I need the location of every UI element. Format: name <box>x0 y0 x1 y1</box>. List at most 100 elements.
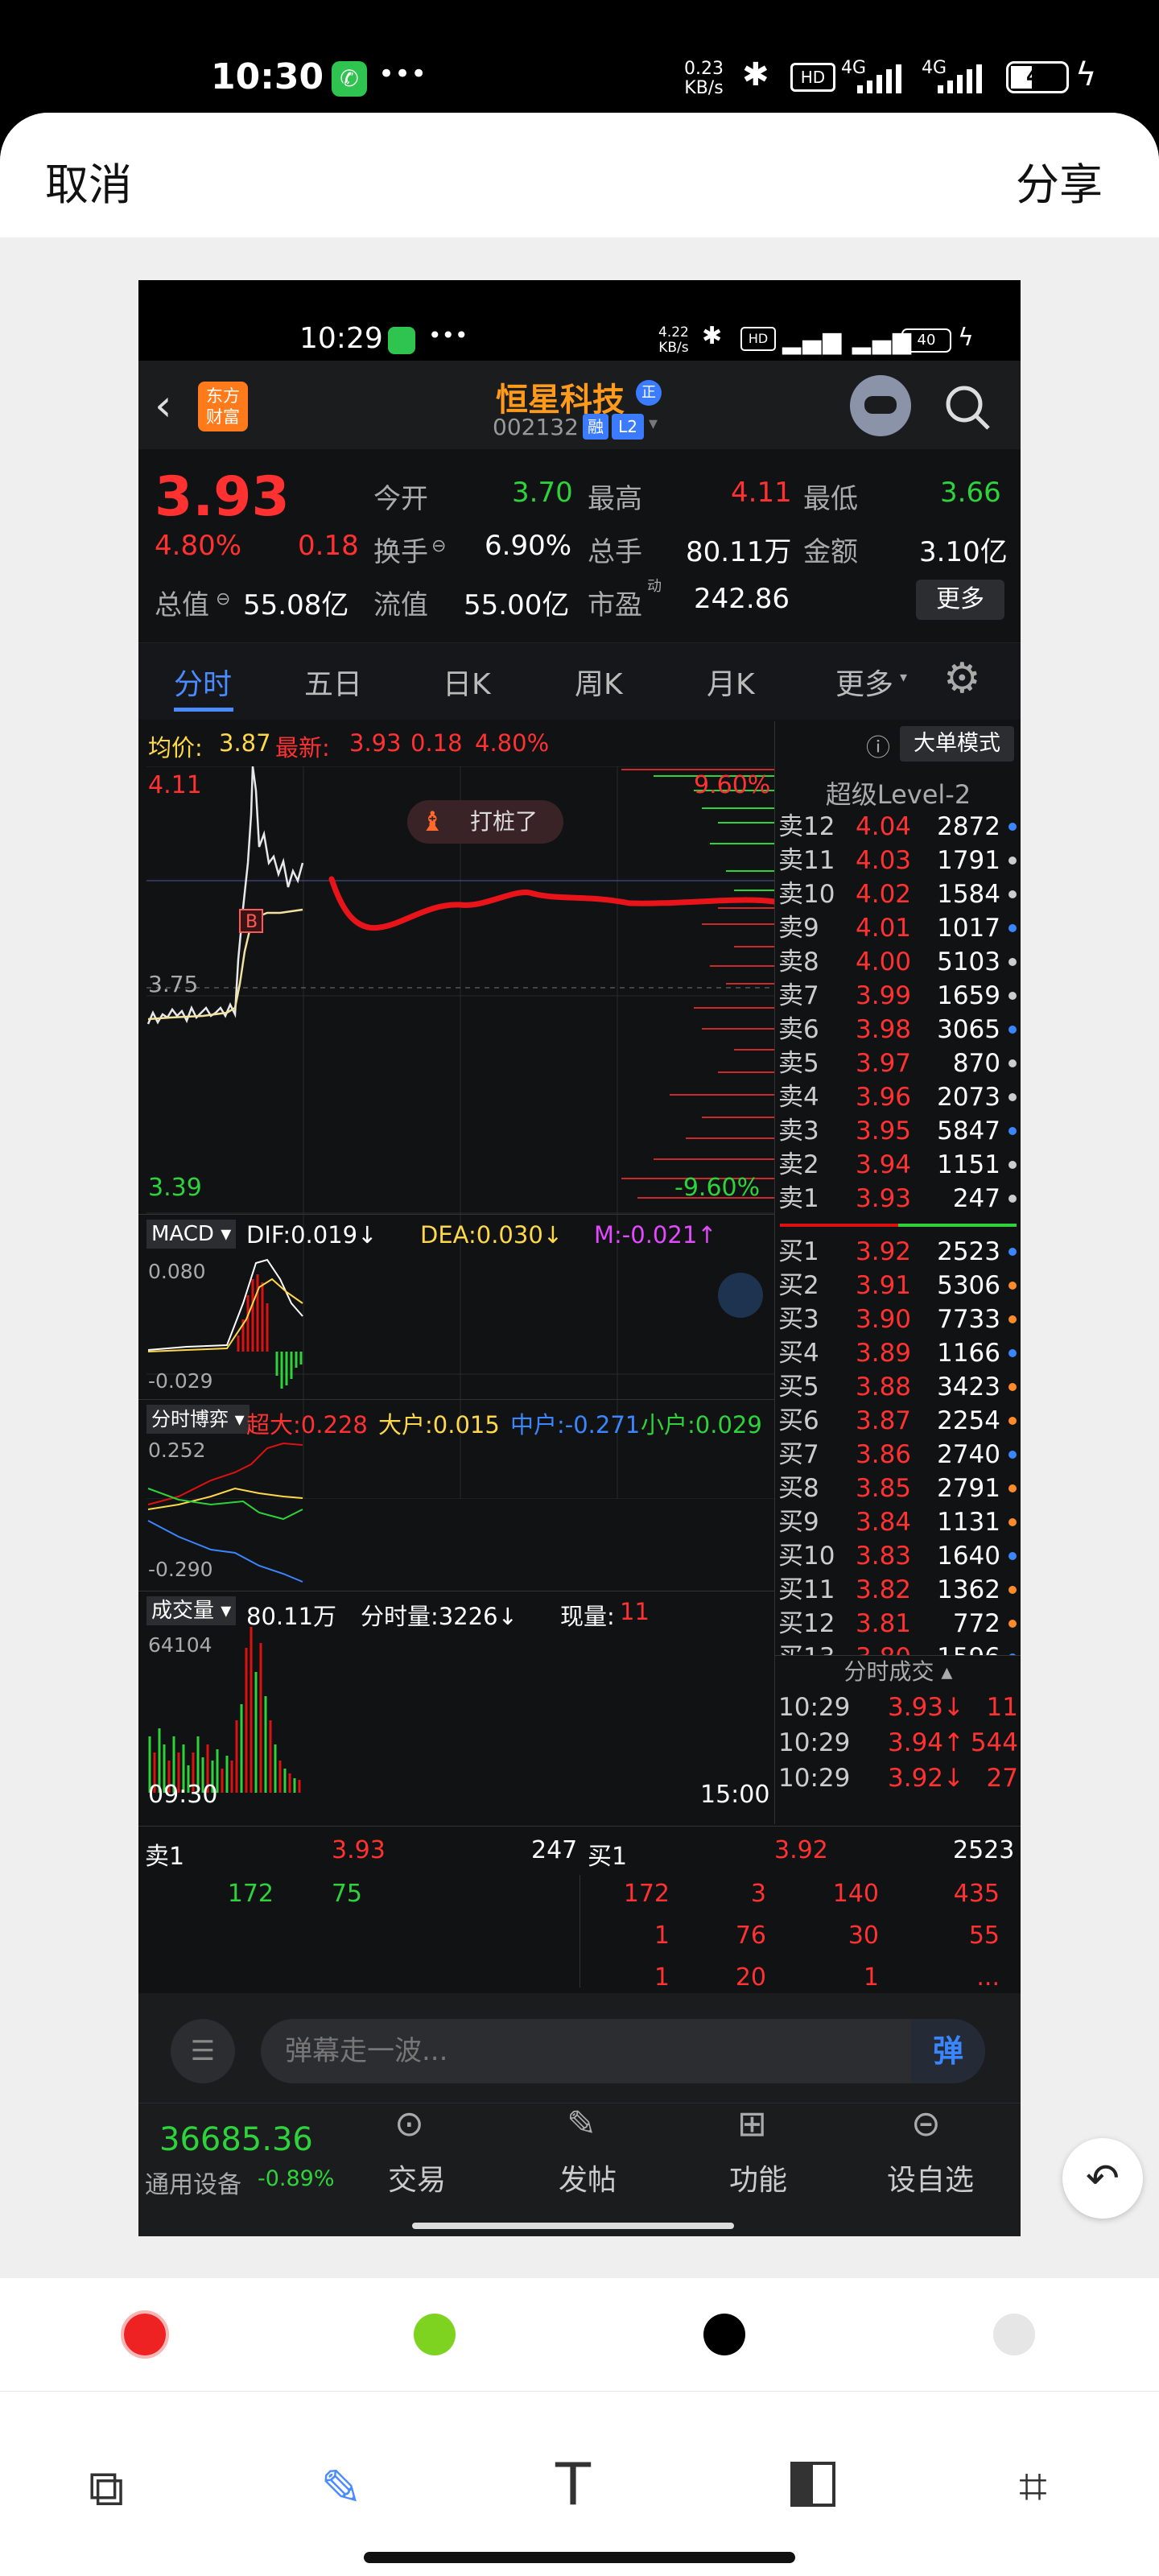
mosaic-layers-icon[interactable]: ⧉ <box>89 2458 124 2518</box>
ask-row[interactable]: 卖1 3.93 247 <box>775 1182 1021 1216</box>
tab-daily-k[interactable]: 日K <box>443 661 491 703</box>
pe-dynamic-sup: 动 <box>647 578 662 595</box>
color-red-swatch[interactable] <box>121 2310 169 2359</box>
amount-label: 金额 <box>803 536 858 568</box>
ask-row[interactable]: 卖5 3.97 870 <box>775 1046 1021 1080</box>
ask-row[interactable]: 卖3 3.95 5847 <box>775 1114 1021 1148</box>
ask-list: 卖12 4.04 2872 卖11 4.03 1791 卖10 4.02 1584 卖9 4.01 1… <box>775 810 1021 1216</box>
quote-panel: 3.93 4.80% 0.18 总值 ⊖ 55.08亿 今开 3.70 最高 4… <box>138 449 1021 642</box>
index-value[interactable]: 36685.36 <box>159 2121 313 2158</box>
more-button[interactable]: 更多 <box>916 580 1004 620</box>
inner-battery-icon: 40 <box>901 328 951 353</box>
bid-row[interactable]: 买7 3.86 2740 <box>775 1438 1021 1472</box>
ask-row[interactable]: 卖6 3.98 3065 <box>775 1013 1021 1046</box>
nav-add-watchlist[interactable]: 设自选 <box>887 2157 974 2198</box>
ask-level-label: 卖12 <box>778 812 835 841</box>
danmaku-toggle-button[interactable]: 弹 <box>911 2019 985 2083</box>
queue-buy-cell: 30 <box>848 1922 879 1950</box>
bid-volume: 1166 <box>937 1339 1000 1368</box>
trade-row: 10:29 3.94↑ 544 <box>775 1726 1021 1761</box>
code-dropdown-icon[interactable]: ▾ <box>649 414 658 434</box>
trade-volume: 27 <box>986 1764 1018 1793</box>
inner-net-speed: 4.22 KB/s <box>658 324 689 356</box>
share-button[interactable]: 分享 <box>1016 149 1103 213</box>
queue-sell-price: 3.93 <box>332 1836 386 1864</box>
trade-price: 3.92↓ <box>888 1764 964 1793</box>
order-queue: 卖1 3.93 247 买1 3.92 2523 172 75 172 3 140 4… <box>138 1826 1021 1992</box>
level2-tag: L2 <box>612 414 644 440</box>
tab-monthly-k[interactable]: 月K <box>707 661 755 703</box>
bid-level-label: 买7 <box>778 1440 819 1469</box>
bid-row[interactable]: 买5 3.88 3423 <box>775 1370 1021 1404</box>
macd-indicator-select[interactable]: MACD ▾ <box>146 1220 237 1249</box>
ask-volume: 5103 <box>937 947 1000 976</box>
bid-row[interactable]: 买9 3.84 1131 <box>775 1505 1021 1539</box>
trades-header[interactable]: 分时成交 ▴ <box>775 1655 1021 1687</box>
bid-row[interactable]: 买2 3.91 5306 <box>775 1269 1021 1302</box>
tab-five-day[interactable]: 五日 <box>304 661 362 703</box>
nav-function[interactable]: 功能 <box>729 2157 787 2198</box>
ask-volume: 2872 <box>937 812 1000 841</box>
queue-buy-cell: 3 <box>750 1880 766 1908</box>
text-tool-icon[interactable]: T <box>555 2450 591 2518</box>
pen-icon[interactable]: ✎ <box>320 2458 362 2517</box>
ask-level-label: 卖3 <box>778 1117 819 1146</box>
bid-row[interactable]: 买8 3.85 2791 <box>775 1472 1021 1505</box>
bid-row[interactable]: 买10 3.83 1640 <box>775 1539 1021 1573</box>
robot-assistant-icon[interactable] <box>850 375 911 436</box>
ask-row[interactable]: 卖9 4.01 1017 <box>775 911 1021 945</box>
ask-price: 3.93 <box>856 1184 912 1213</box>
ask-row[interactable]: 卖4 3.96 2073 <box>775 1080 1021 1114</box>
crop-icon[interactable]: ⌗ <box>1019 2457 1047 2516</box>
ask-row[interactable]: 卖7 3.99 1659 <box>775 979 1021 1013</box>
undo-icon[interactable]: ↶ <box>1062 2138 1143 2219</box>
bid-dot-icon <box>1008 1484 1017 1492</box>
editor-header: 取消 分享 <box>0 113 1159 237</box>
tab-weekly-k[interactable]: 周K <box>575 661 623 703</box>
color-gray-swatch[interactable] <box>993 2314 1035 2355</box>
bid-row[interactable]: 买3 3.90 7733 <box>775 1302 1021 1336</box>
expand-chart-icon[interactable] <box>718 1273 763 1318</box>
danmaku-settings-icon[interactable]: ☰ <box>171 2019 235 2083</box>
bid-row[interactable]: 买12 3.81 772 <box>775 1607 1021 1641</box>
bid-level-label: 买3 <box>778 1305 819 1334</box>
ask-row[interactable]: 卖8 4.00 5103 <box>775 945 1021 979</box>
mcap-info-icon[interactable]: ⊖ <box>216 589 230 609</box>
bid-row[interactable]: 买1 3.92 2523 <box>775 1235 1021 1269</box>
tab-intraday[interactable]: 分时 <box>174 661 232 703</box>
ask-row[interactable]: 卖11 4.03 1791 <box>775 844 1021 877</box>
turnover-info-icon[interactable]: ⊖ <box>431 536 446 556</box>
bid-row[interactable]: 买13 3.80 1596 <box>775 1641 1021 1655</box>
nav-trade[interactable]: 交易 <box>388 2157 446 2198</box>
macd-chart <box>147 1258 763 1389</box>
bid-row[interactable]: 买6 3.87 2254 <box>775 1404 1021 1438</box>
inner-bluetooth-icon: ✱ <box>702 322 723 350</box>
danmaku-input[interactable]: 弹幕走一波... <box>261 2019 985 2083</box>
rocket-icon: ♝ <box>420 806 445 838</box>
avg-label: 均价: <box>148 734 203 762</box>
back-arrow-icon[interactable]: ‹ <box>155 380 172 431</box>
search-icon[interactable] <box>942 382 993 433</box>
amount-value: 3.10亿 <box>919 536 1008 568</box>
trade-volume: 544 <box>970 1728 1018 1757</box>
color-black-swatch[interactable] <box>703 2314 745 2355</box>
nav-post[interactable]: 发帖 <box>559 2157 617 2198</box>
queue-buy-cell: 55 <box>968 1922 1000 1950</box>
bid-row[interactable]: 买11 3.82 1362 <box>775 1573 1021 1607</box>
volume-panel: 成交量 ▾ 80.11万 分时量:3226↓ 现量: 11 64104 <box>138 1591 774 1824</box>
bid-volume: 5306 <box>937 1271 1000 1300</box>
cancel-button[interactable]: 取消 <box>45 149 132 213</box>
ask-dot-icon <box>1008 958 1017 966</box>
ask-row[interactable]: 卖2 3.94 1151 <box>775 1148 1021 1182</box>
bid-row[interactable]: 买4 3.89 1166 <box>775 1336 1021 1370</box>
ask-row[interactable]: 卖10 4.02 1584 <box>775 877 1021 911</box>
annotation-bubble[interactable]: ♝ 打桩了 <box>407 800 563 844</box>
mosaic-icon[interactable] <box>790 2462 835 2507</box>
volume-indicator-select[interactable]: 成交量 ▾ <box>146 1596 237 1625</box>
queue-buy-vol: 2523 <box>953 1836 1015 1864</box>
ask-row[interactable]: 卖12 4.04 2872 <box>775 810 1021 844</box>
tab-more[interactable]: 更多 <box>835 661 893 703</box>
flow-indicator-select[interactable]: 分时博弈 ▾ <box>146 1405 250 1434</box>
color-green-swatch[interactable] <box>414 2314 456 2355</box>
settings-gear-icon[interactable]: ⚙ <box>943 654 981 703</box>
